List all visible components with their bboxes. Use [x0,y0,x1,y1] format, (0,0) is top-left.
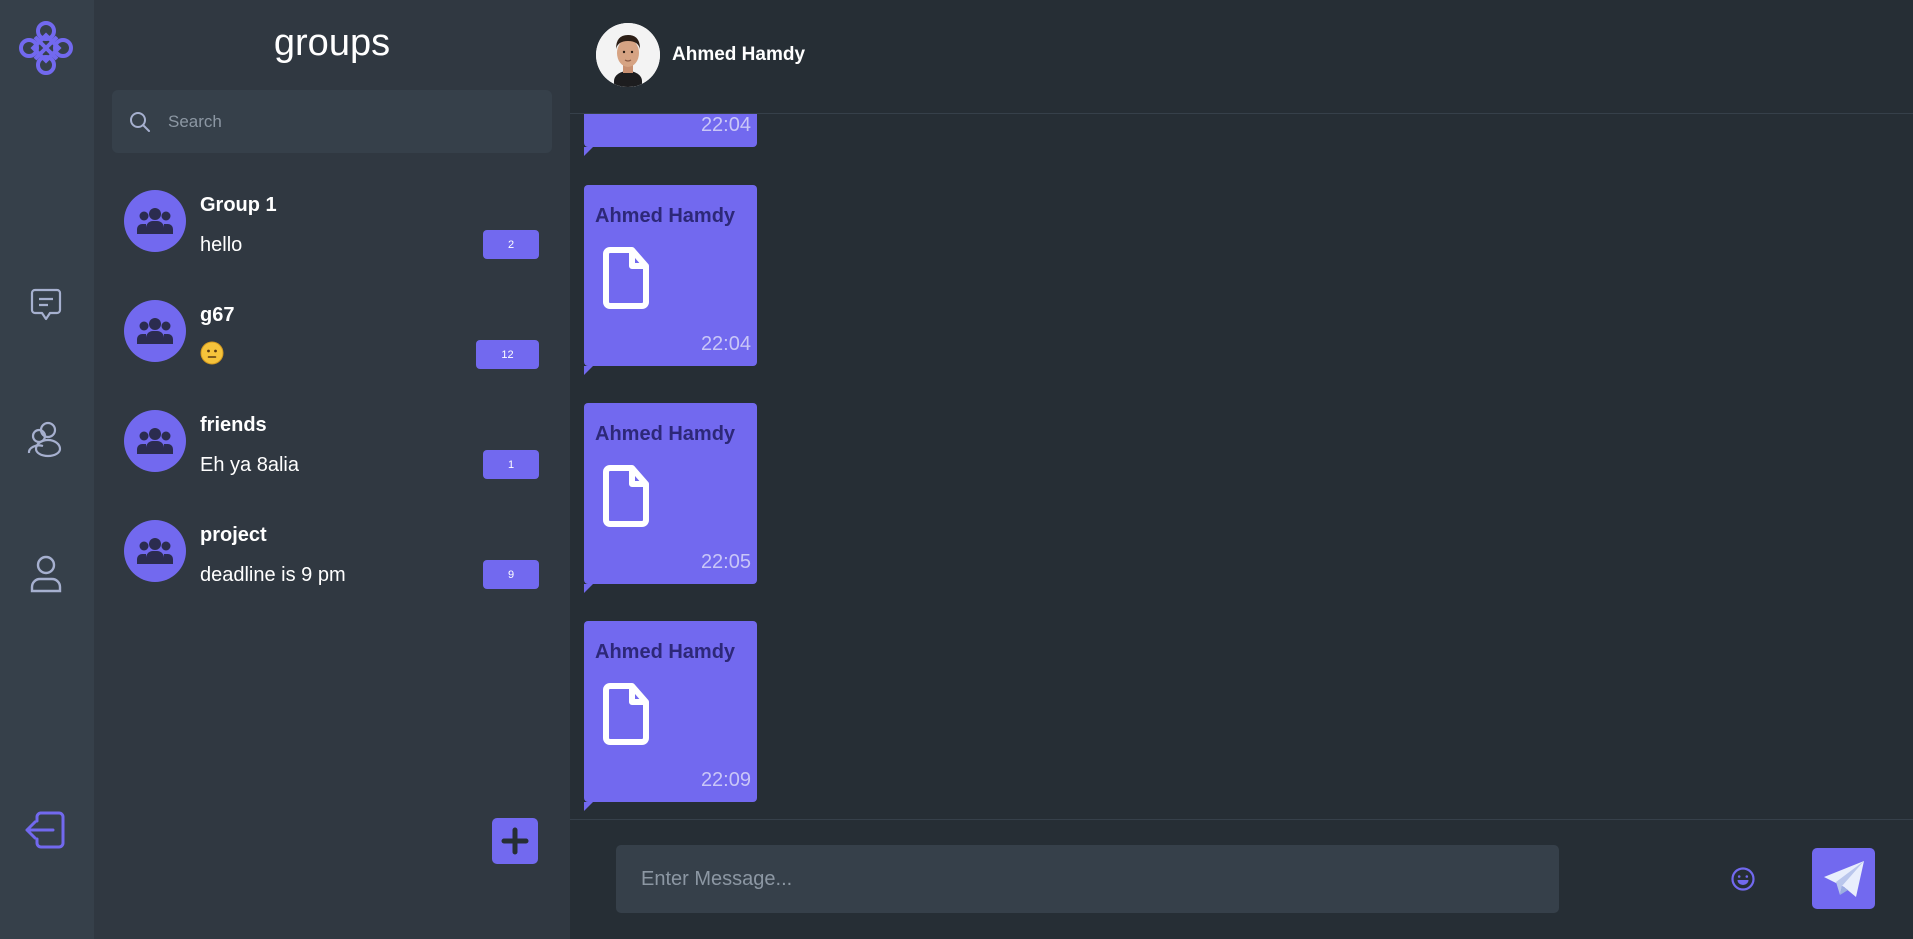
avatar[interactable] [596,23,660,87]
group-icon [137,428,173,454]
unread-badge: 2 [483,230,539,259]
group-name: g67 [200,304,235,326]
chat-header: Ahmed Hamdy [570,0,1913,114]
group-icon [137,538,173,564]
unread-badge: 9 [483,560,539,589]
unread-badge: 1 [483,450,539,479]
message-bubble[interactable]: Ahmed Hamdy 22:04 [584,185,757,375]
search-box[interactable] [112,90,552,153]
message-time: 22:09 [700,769,751,791]
group-last-message: Eh ya 8alia [200,454,299,476]
panel-title: groups [273,22,391,64]
groups-panel: groups Gro [94,0,570,939]
message-sender: Ahmed Hamdy [595,641,736,663]
group-icon [137,318,173,344]
logo-icon[interactable] [16,18,76,78]
plus-icon [501,827,529,855]
group-last-message: hello [200,234,243,256]
send-icon [1823,860,1864,897]
message-time: 22:05 [700,551,751,573]
message-bubble[interactable]: 22:04 [584,114,757,156]
group-name: Group 1 [200,194,277,216]
group-name: friends [200,414,267,436]
group-item-project[interactable]: project deadline is 9 pm 9 [94,506,570,616]
side-rail [0,0,94,939]
message-composer [570,819,1913,939]
message-time: 22:04 [700,333,751,355]
group-last-message: deadline is 9 pm [200,564,346,586]
file-icon[interactable] [600,682,652,748]
file-icon[interactable] [600,464,652,530]
message-input[interactable] [616,845,1559,913]
groups-icon[interactable] [22,415,70,463]
chat-area: Ahmed Hamdy 22:04 Ahmed Hamdy 22:04 Ahme… [570,0,1913,939]
search-input[interactable] [166,110,552,133]
group-item-g67[interactable]: g67 12 [94,286,570,396]
logout-icon[interactable] [22,806,70,854]
group-list: Group 1 hello 2 g67 12 friends Eh ya 8al… [94,176,570,616]
message-sender: Ahmed Hamdy [595,205,736,227]
group-avatar [124,410,186,472]
chat-app: groups Gro [0,0,1913,939]
profile-icon[interactable] [22,550,70,598]
file-icon[interactable] [600,246,652,312]
neutral-face-emoji-icon [200,341,224,365]
emoji-icon[interactable] [1726,862,1760,896]
message-time: 22:04 [700,114,751,136]
group-avatar [124,190,186,252]
group-avatar [124,520,186,582]
group-icon [137,208,173,234]
chat-icon[interactable] [22,281,70,329]
chat-contact-name: Ahmed Hamdy [672,44,806,65]
unread-badge: 12 [476,340,539,369]
search-icon [130,111,150,132]
message-list: 22:04 Ahmed Hamdy 22:04 Ahmed Hamdy 22:0… [570,114,1913,819]
message-sender: Ahmed Hamdy [595,423,736,445]
message-bubble[interactable]: Ahmed Hamdy 22:09 [584,621,757,811]
group-avatar [124,300,186,362]
send-button[interactable] [1812,848,1875,909]
group-item-friends[interactable]: friends Eh ya 8alia 1 [94,396,570,506]
group-item-group-1[interactable]: Group 1 hello 2 [94,176,570,286]
message-bubble[interactable]: Ahmed Hamdy 22:05 [584,403,757,593]
add-group-button[interactable] [492,818,538,864]
group-name: project [200,524,267,546]
